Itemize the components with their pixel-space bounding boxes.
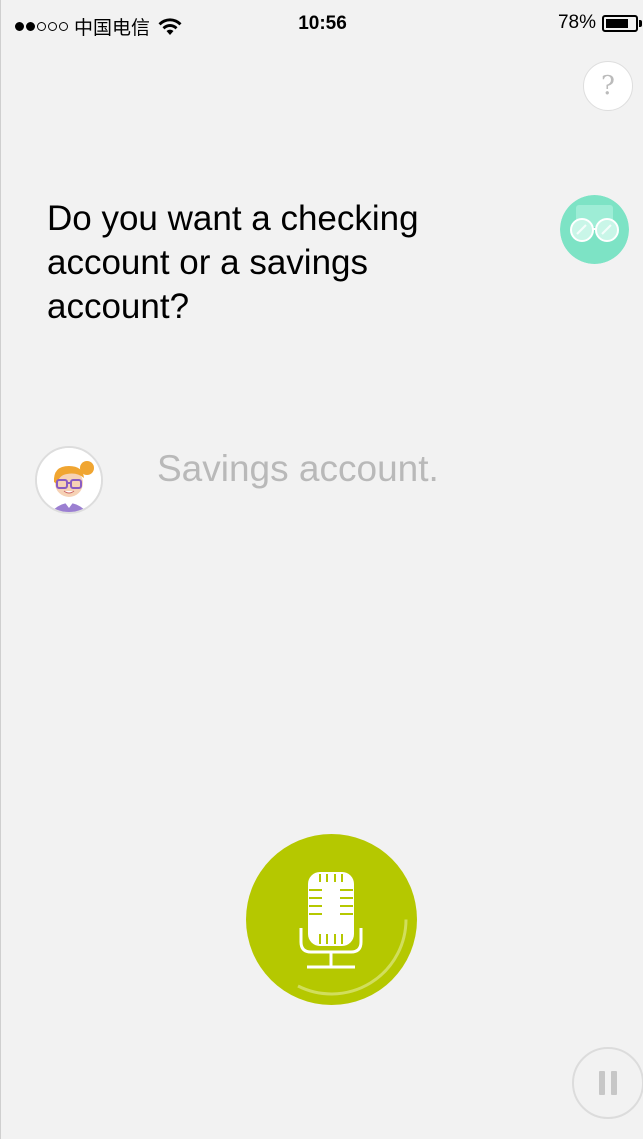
microphone-button[interactable] [246, 834, 417, 1005]
pause-icon-bar [611, 1071, 617, 1095]
battery-icon [602, 14, 642, 32]
pause-icon [599, 1071, 605, 1095]
user-avatar [35, 446, 103, 514]
assistant-avatar [560, 195, 629, 264]
pause-button[interactable] [572, 1047, 643, 1119]
battery-fill [606, 18, 628, 28]
microphone-icon [297, 872, 408, 996]
question-mark-icon: ? [601, 71, 615, 101]
battery-percent: 78% [557, 12, 596, 33]
woman-avatar-icon [37, 448, 101, 512]
help-button[interactable]: ? [583, 61, 633, 111]
battery-nub [639, 19, 642, 27]
assistant-message: Do you want a checking account or a savi… [47, 199, 419, 326]
user-reply: Savings account. [157, 448, 439, 489]
status-right: 78% [557, 12, 642, 34]
status-time: 10:56 [298, 13, 347, 34]
status-bar: 中国电信 10:56 78% [1, 0, 643, 44]
app-screen: 中国电信 10:56 78% ? Do you want a checking … [0, 0, 643, 1139]
glasses-avatar-icon [560, 195, 629, 264]
